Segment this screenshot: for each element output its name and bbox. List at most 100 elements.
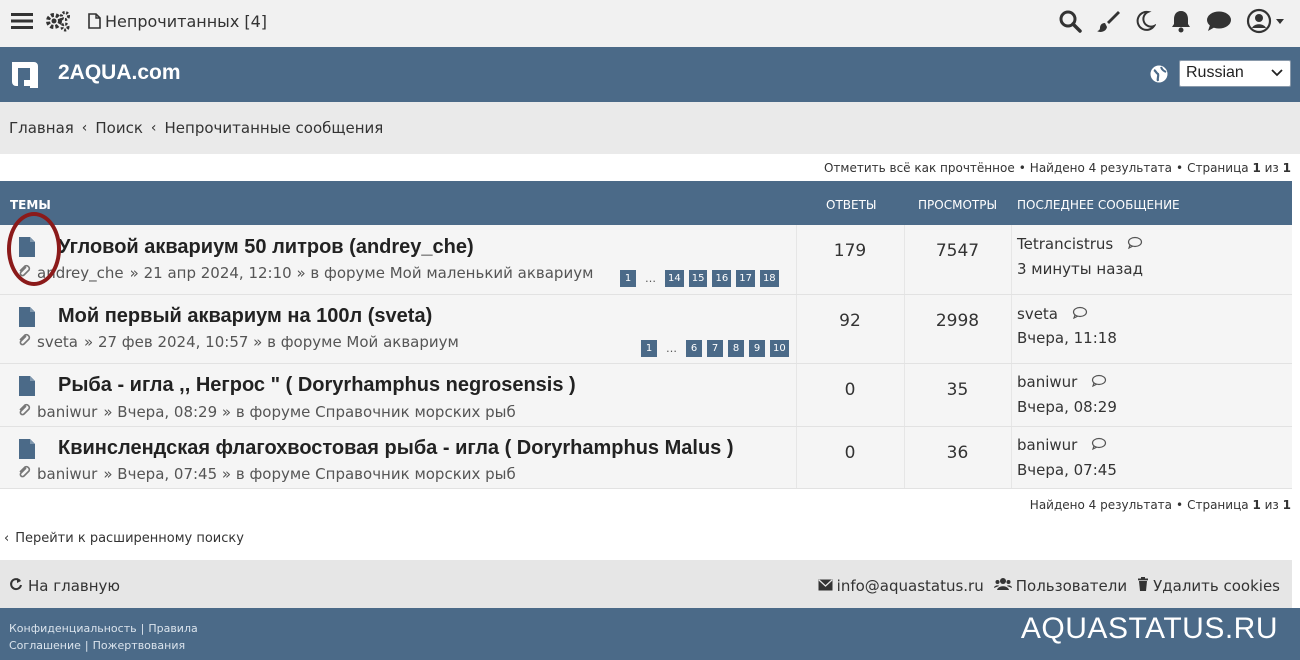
rules-link[interactable]: Правила bbox=[148, 622, 197, 635]
user-menu-icon[interactable] bbox=[1246, 8, 1286, 34]
header-views: ПРОСМОТРЫ bbox=[918, 198, 998, 212]
bell-icon[interactable] bbox=[1170, 9, 1192, 33]
table-row: Мой первый аквариум на 100л (sveta) svet… bbox=[0, 295, 1292, 364]
page-button[interactable]: 7 bbox=[707, 340, 723, 357]
page-prefix: Страница bbox=[1187, 498, 1249, 512]
top-navbar: Непрочитанных [4] bbox=[0, 0, 1300, 47]
last-post-time: Вчера, 11:18 bbox=[1017, 329, 1117, 347]
total-pages: 1 bbox=[1282, 161, 1291, 175]
replies-count: 92 bbox=[839, 311, 861, 331]
language-select[interactable]: Russian bbox=[1179, 60, 1291, 87]
replies-count: 0 bbox=[844, 380, 856, 400]
last-post-time: Вчера, 07:45 bbox=[1017, 461, 1117, 479]
comment-icon[interactable] bbox=[1091, 436, 1107, 454]
home-link[interactable]: На главную bbox=[9, 577, 120, 595]
current-page: 1 bbox=[1252, 498, 1261, 512]
users-link[interactable]: Пользователи bbox=[993, 577, 1128, 595]
email-label: info@aquastatus.ru bbox=[836, 577, 984, 595]
mark-all-read-link[interactable]: Отметить всё как прочтённое bbox=[824, 161, 1015, 175]
email-link[interactable]: info@aquastatus.ru bbox=[818, 577, 984, 595]
topic-author-link[interactable]: sveta bbox=[37, 333, 78, 351]
current-page: 1 bbox=[1252, 161, 1261, 175]
breadcrumb-home[interactable]: Главная bbox=[9, 119, 74, 137]
topic-meta-text: » Вчера, 08:29 » в форуме Справочник мор… bbox=[103, 403, 516, 421]
site-logo-icon[interactable] bbox=[8, 58, 40, 90]
donations-link[interactable]: Пожертвования bbox=[93, 639, 185, 652]
table-row: Квинслендская флагохвостовая рыба - игла… bbox=[0, 427, 1292, 489]
comment-icon[interactable] bbox=[1091, 373, 1107, 391]
brush-icon[interactable] bbox=[1096, 9, 1120, 33]
site-header: 2AQUA.com Russian bbox=[0, 47, 1300, 102]
topic-meta: andrey_che » 21 апр 2024, 12:10 » в фору… bbox=[17, 264, 593, 282]
paperclip-icon bbox=[17, 465, 31, 483]
chevron-left-icon: ‹ bbox=[81, 120, 88, 136]
topic-meta-text: » 21 апр 2024, 12:10 » в форуме Мой мале… bbox=[129, 264, 594, 282]
unread-posts-link[interactable]: Непрочитанных [4] bbox=[88, 12, 267, 31]
page-button[interactable]: 10 bbox=[770, 340, 789, 357]
topic-title-link[interactable]: Мой первый аквариум на 100л (sveta) bbox=[58, 305, 432, 328]
pagination-top: Отметить всё как прочтённое • Найдено 4 ре… bbox=[823, 161, 1291, 175]
search-icon[interactable] bbox=[1058, 9, 1082, 33]
comment-icon[interactable] bbox=[1072, 305, 1088, 323]
last-author-link[interactable]: baniwur bbox=[1017, 373, 1077, 391]
last-author-link[interactable]: baniwur bbox=[1017, 436, 1077, 454]
site-name[interactable]: 2AQUA.com bbox=[58, 61, 181, 85]
page-prefix: Страница bbox=[1187, 161, 1249, 175]
views-count: 2998 bbox=[935, 311, 980, 331]
topic-title-link[interactable]: Рыба - игла ,, Негрос " ( Doryrhamphus n… bbox=[58, 374, 576, 397]
privacy-link[interactable]: Конфиденциальность bbox=[9, 622, 137, 635]
replies-count: 0 bbox=[844, 443, 856, 463]
topic-author-link[interactable]: baniwur bbox=[37, 403, 97, 421]
chevron-down-icon bbox=[1270, 65, 1284, 84]
comment-icon[interactable] bbox=[1127, 235, 1143, 253]
page-button[interactable]: 15 bbox=[688, 270, 708, 287]
agreement-link[interactable]: Соглашение bbox=[9, 639, 81, 652]
views-count: 35 bbox=[946, 380, 969, 400]
page-button[interactable]: 14 bbox=[665, 270, 684, 287]
topic-title-link[interactable]: Квинслендская флагохвостовая рыба - игла… bbox=[58, 437, 734, 460]
page-of: из bbox=[1264, 498, 1279, 512]
last-author-link[interactable]: Tetrancistrus bbox=[1017, 235, 1113, 253]
advanced-search-label: Перейти к расширенному поиску bbox=[15, 531, 244, 546]
replies-count: 179 bbox=[833, 241, 867, 261]
home-label: На главную bbox=[28, 577, 121, 595]
topic-unread-icon[interactable] bbox=[17, 375, 37, 401]
topic-author-link[interactable]: baniwur bbox=[37, 465, 97, 483]
gear-icon[interactable] bbox=[44, 9, 72, 33]
page-button[interactable]: 17 bbox=[736, 270, 755, 287]
last-author-link[interactable]: sveta bbox=[1017, 305, 1058, 323]
results-count: Найдено 4 результата bbox=[1029, 161, 1173, 175]
page-button[interactable]: 9 bbox=[749, 340, 765, 357]
topic-meta: baniwur » Вчера, 08:29 » в форуме Справо… bbox=[17, 403, 516, 421]
delete-cookies-label: Удалить cookies bbox=[1153, 577, 1280, 595]
topic-title-link[interactable]: Угловой аквариум 50 литров (andrey_che) bbox=[58, 236, 474, 259]
chevron-left-icon: ‹ bbox=[150, 120, 157, 136]
breadcrumb-unread[interactable]: Непрочитанные сообщения bbox=[165, 119, 384, 137]
chat-icon[interactable] bbox=[1206, 10, 1232, 32]
page-button[interactable]: 1 bbox=[641, 340, 657, 357]
header-topics: ТЕМЫ bbox=[10, 198, 51, 212]
page-button[interactable]: 16 bbox=[712, 270, 732, 287]
header-last-post: ПОСЛЕДНЕЕ СООБЩЕНИЕ bbox=[1017, 198, 1180, 212]
footer-brand[interactable]: AQUASTATUS.RU bbox=[1021, 612, 1278, 646]
topic-meta: baniwur » Вчера, 07:45 » в форуме Справо… bbox=[17, 465, 516, 483]
breadcrumb-search[interactable]: Поиск bbox=[95, 119, 143, 137]
topic-unread-icon[interactable] bbox=[17, 438, 37, 464]
page-button[interactable]: 6 bbox=[686, 340, 702, 357]
topic-meta: sveta » 27 фев 2024, 10:57 » в форуме Мо… bbox=[17, 333, 459, 351]
views-count: 36 bbox=[946, 443, 969, 463]
delete-cookies-link[interactable]: Удалить cookies bbox=[1137, 577, 1280, 595]
topic-pagination: 1 … 14 15 16 17 18 bbox=[620, 270, 779, 287]
topic-unread-icon[interactable] bbox=[17, 306, 37, 332]
users-label: Пользователи bbox=[1015, 577, 1128, 595]
page-button[interactable]: 8 bbox=[728, 340, 744, 357]
globe-icon bbox=[1150, 65, 1168, 87]
page-button[interactable]: 18 bbox=[759, 270, 779, 287]
site-footer: Конфиденциальность | Правила Соглашение | По… bbox=[0, 608, 1300, 660]
page-button[interactable]: 1 bbox=[620, 270, 636, 287]
advanced-search-link[interactable]: ‹ Перейти к расширенному поиску bbox=[4, 531, 244, 546]
hamburger-icon[interactable] bbox=[10, 11, 34, 31]
moon-icon[interactable] bbox=[1134, 10, 1156, 32]
paperclip-icon bbox=[17, 333, 31, 351]
last-post-author: Tetrancistrus bbox=[1017, 235, 1143, 253]
